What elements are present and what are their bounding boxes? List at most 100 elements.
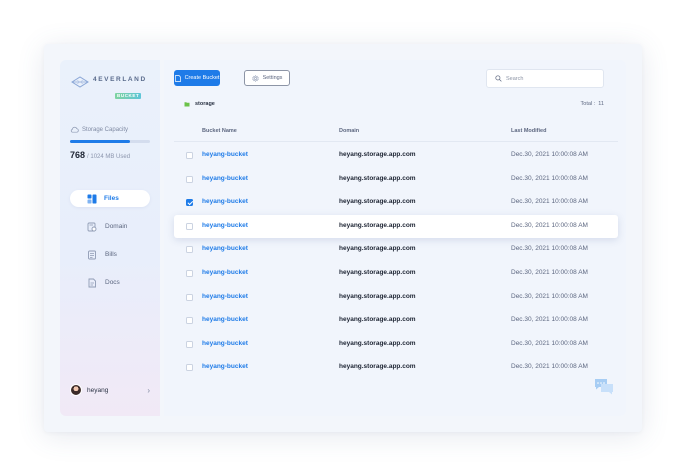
bucket-last-modified: Dec.30, 2021 10:00:08 AM [511,363,588,371]
sidebar-item-label: Docs [105,279,120,286]
bucket-domain: heyang.storage.app.com [339,174,416,182]
app-window: 4EVERLAND BUCKET Storage Capacity 768/ 1… [44,44,642,432]
sidebar-item-bills[interactable]: Bills [70,246,150,263]
bucket-name-link[interactable]: heyang-bucket [202,175,248,182]
table-row[interactable]: heyang-bucket heyang.storage.app.com Dec.3… [174,214,618,239]
user-menu[interactable]: heyang › [70,384,150,396]
avatar [70,384,82,396]
user-name: heyang [87,386,109,394]
table-row[interactable]: heyang-bucket heyang.storage.app.com Dec.3… [174,286,618,310]
table-row[interactable]: heyang-bucket heyang.storage.app.com Dec.3… [174,356,618,380]
bucket-domain: heyang.storage.app.com [339,245,416,253]
search-icon [495,75,502,82]
sidebar-item-label: Files [104,195,119,202]
table-row[interactable]: heyang-bucket heyang.storage.app.com Dec.3… [174,144,618,168]
sidebar-item-files[interactable]: Files [70,190,150,207]
bucket-domain: heyang.storage.app.com [339,151,416,158]
storage-used-value: 768 [70,150,86,160]
bucket-domain: heyang.storage.app.com [339,339,416,347]
bucket-table-body: heyang-bucket heyang.storage.app.com Dec.3… [174,144,618,380]
search-input[interactable] [506,75,596,82]
sidebar-nav: Files Domain Bills Docs [70,190,150,302]
bucket-name-link[interactable]: heyang-bucket [202,151,248,158]
total-value: 11 [598,101,604,107]
table-row[interactable]: heyang-bucket heyang.storage.app.com Dec.3… [174,238,618,262]
logo-text: 4EVERLAND BUCKET [93,76,147,102]
create-bucket-button[interactable]: Create Bucket [174,70,220,86]
bucket-last-modified: Dec.30, 2021 10:00:08 AM [511,245,588,253]
file-plus-icon [174,74,181,82]
bucket-name-link[interactable]: heyang-bucket [202,316,248,323]
row-checkbox[interactable] [186,152,193,159]
column-header-bucket-name[interactable]: Bucket Name [202,128,237,134]
row-checkbox[interactable] [186,175,193,183]
bucket-name-link[interactable]: heyang-bucket [202,269,248,276]
sidebar-item-docs[interactable]: Docs [70,274,150,291]
bucket-name-link[interactable]: heyang-bucket [202,293,248,300]
settings-button[interactable]: Settings [244,70,290,86]
bucket-name-link[interactable]: heyang-bucket [202,222,248,229]
bucket-domain: heyang.storage.app.com [339,198,416,206]
breadcrumb-folder: storage [195,101,215,107]
total-label: Total : [580,101,596,107]
row-checkbox[interactable] [186,364,193,372]
column-header-domain[interactable]: Domain [339,128,359,134]
row-checkbox[interactable] [186,317,193,325]
logo[interactable]: 4EVERLAND BUCKET [70,76,147,102]
bucket-folder-icon [184,102,190,107]
breadcrumb[interactable]: storage [184,101,215,107]
files-icon [87,194,97,203]
bucket-last-modified: Dec.30, 2021 10:00:08 AM [511,268,588,276]
bucket-name-link[interactable]: heyang-bucket [202,245,248,252]
table-row[interactable]: heyang-bucket heyang.storage.app.com Dec.3… [174,333,618,357]
bucket-last-modified: Dec.30, 2021 10:00:08 AM [511,198,588,206]
bucket-domain: heyang.storage.app.com [339,292,416,300]
bucket-name-link[interactable]: heyang-bucket [202,198,248,205]
bucket-last-modified: Dec.30, 2021 10:00:08 AM [511,221,588,229]
bucket-last-modified: Dec.30, 2021 10:00:08 AM [511,151,588,158]
bucket-name-link[interactable]: heyang-bucket [202,363,248,370]
column-header-last-modified[interactable]: Last Modified [511,128,546,134]
bucket-domain: heyang.storage.app.com [339,268,416,276]
gear-icon [251,74,259,82]
storage-progress-bar [70,140,150,143]
sidebar-item-label: Domain [105,223,128,230]
search-box[interactable] [486,69,604,88]
bills-icon [88,250,96,259]
sidebar-item-domain[interactable]: Domain [70,218,150,235]
bucket-last-modified: Dec.30, 2021 10:00:08 AM [511,174,588,182]
row-checkbox[interactable] [186,269,193,277]
bucket-last-modified: Dec.30, 2021 10:00:08 AM [511,316,588,324]
logo-word: 4EVERLAND [93,76,147,83]
chat-support-icon[interactable] [594,378,614,395]
bucket-domain: heyang.storage.app.com [339,221,416,229]
table-row[interactable]: heyang-bucket heyang.storage.app.com Dec.3… [174,309,618,333]
docs-icon [88,278,96,287]
sidebar: 4EVERLAND BUCKET Storage Capacity 768/ 1… [60,60,160,416]
bucket-name-link[interactable]: heyang-bucket [202,340,248,347]
table-row[interactable]: heyang-bucket heyang.storage.app.com Dec.3… [174,191,618,215]
table-row[interactable]: heyang-bucket heyang.storage.app.com Dec.3… [174,168,618,192]
storage-usage: 768/ 1024 MB Used [70,150,130,160]
row-checkbox[interactable] [186,246,193,254]
storage-progress-fill [70,140,130,143]
storage-label-text: Storage Capacity [82,126,129,133]
create-bucket-label: Create Bucket [184,75,220,81]
bucket-domain: heyang.storage.app.com [339,316,416,324]
sidebar-item-label: Bills [105,251,117,258]
chevron-right-icon[interactable]: › [147,386,150,395]
row-checkbox[interactable] [186,293,193,301]
row-checkbox[interactable] [186,199,193,207]
table-row[interactable]: heyang-bucket heyang.storage.app.com Dec.3… [174,262,618,286]
main-panel: Create Bucket Settings storage Total : 1… [164,60,626,416]
row-checkbox[interactable] [186,340,193,348]
bucket-last-modified: Dec.30, 2021 10:00:08 AM [511,339,588,347]
storage-capacity-label: Storage Capacity [70,126,128,133]
storage-total-text: / 1024 MB Used [87,154,131,160]
logo-badge: BUCKET [115,93,142,99]
bucket-domain: heyang.storage.app.com [339,363,416,371]
settings-label: Settings [262,75,283,81]
row-checkbox[interactable] [186,222,193,230]
domain-icon [87,222,97,231]
table-header: Bucket Name Domain Last Modified [174,124,618,142]
